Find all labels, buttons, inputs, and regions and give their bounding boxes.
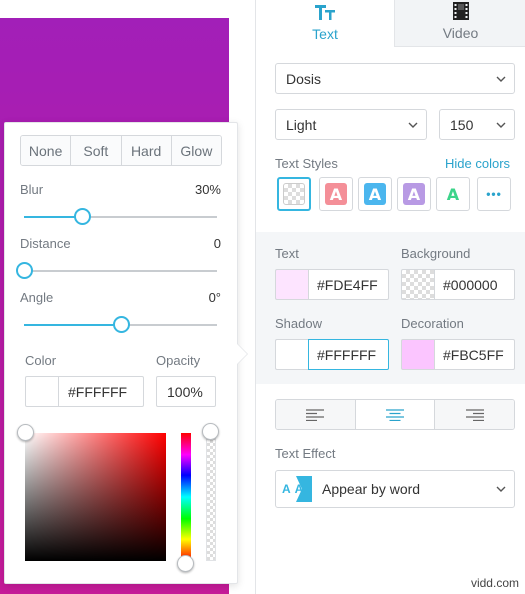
angle-value: 0°	[208, 290, 221, 305]
style-green-icon: A	[442, 183, 464, 205]
style-purple-icon: A	[403, 183, 425, 205]
angle-label: Angle	[20, 290, 54, 305]
text-style-purple[interactable]: A	[397, 177, 431, 211]
blur-label: Blur	[20, 182, 44, 197]
angle-slider[interactable]	[24, 316, 217, 333]
background-color-hex[interactable]: #000000	[434, 269, 515, 300]
angle-slider-thumb[interactable]	[112, 316, 130, 333]
text-tool-icon	[315, 5, 335, 20]
popup-pointer	[236, 343, 247, 365]
colors-section: Text Background #FDE4FF #000000 Shadow D…	[256, 232, 525, 384]
align-right-icon	[465, 408, 484, 421]
decoration-color-hex[interactable]: #FBC5FF	[434, 339, 515, 370]
shadow-color-hex[interactable]: #FFFFFF	[308, 339, 389, 370]
transparent-style-icon	[283, 183, 305, 205]
watermark: vidd.com	[470, 576, 519, 590]
blur-slider-thumb[interactable]	[73, 208, 91, 225]
shadow-type-hard[interactable]: Hard	[121, 136, 172, 165]
hue-slider-thumb[interactable]	[177, 555, 194, 572]
decoration-color-swatch[interactable]	[401, 339, 434, 370]
text-style-pink[interactable]: A	[319, 177, 353, 211]
align-right-button[interactable]	[435, 400, 514, 429]
blur-value: 30%	[194, 182, 221, 197]
text-color-field[interactable]: #FDE4FF	[275, 269, 389, 300]
text-color-hex[interactable]: #FDE4FF	[308, 269, 389, 300]
font-weight-select[interactable]: Light	[275, 109, 427, 140]
shadow-color-field[interactable]: #FFFFFF	[275, 339, 389, 370]
distance-label: Distance	[20, 236, 71, 251]
alpha-slider[interactable]	[206, 433, 216, 561]
font-family-select[interactable]: Dosis	[275, 63, 515, 94]
text-align-group	[275, 399, 515, 430]
more-icon: •••	[486, 187, 502, 201]
effect-icon-letters: AA	[282, 482, 308, 496]
text-style-green[interactable]: A	[436, 177, 470, 211]
shadow-type-soft[interactable]: Soft	[71, 136, 122, 165]
color-label: Color	[25, 353, 57, 368]
more-styles-button[interactable]: •••	[477, 177, 511, 211]
style-pink-icon: A	[325, 183, 347, 205]
text-effect-label: Text Effect	[275, 446, 336, 461]
angle-slider-fill	[24, 324, 121, 326]
appear-effect-icon: AA	[282, 476, 314, 502]
chevron-down-icon	[496, 486, 506, 492]
shadow-settings-popup: None Soft Hard Glow Blur 30% Distance 0 …	[4, 122, 238, 584]
blur-slider[interactable]	[24, 208, 217, 225]
shadow-color-swatch-panel[interactable]	[275, 339, 308, 370]
hide-colors-link[interactable]: Hide colors	[445, 156, 510, 171]
shadow-color-hex-input[interactable]: #FFFFFF	[58, 376, 144, 407]
align-left-button[interactable]	[276, 400, 356, 429]
chevron-down-icon	[496, 122, 506, 128]
decoration-color-field[interactable]: #FBC5FF	[401, 339, 515, 370]
font-weight-value: Light	[286, 116, 317, 133]
distance-value: 0	[213, 236, 221, 251]
hue-slider[interactable]	[181, 433, 191, 561]
style-blue-icon: A	[364, 183, 386, 205]
background-color-label: Background	[401, 246, 471, 261]
shadow-color-swatch[interactable]	[25, 376, 59, 407]
align-center-icon	[386, 408, 404, 421]
text-style-blue[interactable]: A	[358, 177, 392, 211]
shadow-color-label: Shadow	[275, 316, 322, 331]
tab-video-label: Video	[442, 25, 479, 41]
tab-text[interactable]: Text	[256, 0, 394, 47]
shadow-type-selector: None Soft Hard Glow	[20, 135, 222, 166]
saturation-value-thumb[interactable]	[17, 424, 34, 441]
shadow-type-none[interactable]: None	[21, 136, 72, 165]
distance-slider-thumb[interactable]	[16, 262, 33, 279]
alpha-slider-thumb[interactable]	[202, 423, 219, 440]
text-color-swatch[interactable]	[275, 269, 308, 300]
chevron-down-icon	[496, 76, 506, 82]
opacity-input[interactable]: 100%	[156, 376, 216, 407]
chevron-down-icon	[408, 122, 418, 128]
text-effect-value: Appear by word	[322, 481, 421, 497]
background-color-swatch[interactable]	[401, 269, 434, 300]
text-styles-label: Text Styles	[275, 156, 338, 171]
text-style-none[interactable]	[277, 177, 311, 211]
align-left-icon	[306, 408, 325, 421]
text-color-label: Text	[275, 246, 299, 261]
background-color-field[interactable]: #000000	[401, 269, 515, 300]
saturation-value-picker[interactable]	[25, 433, 166, 561]
opacity-label: Opacity	[156, 353, 201, 368]
font-size-select[interactable]: 150	[439, 109, 515, 140]
align-center-button[interactable]	[355, 400, 436, 429]
distance-slider[interactable]	[16, 262, 217, 279]
decoration-color-label: Decoration	[401, 316, 464, 331]
properties-panel: Text Video Dosis Light 150 Text Styles H…	[255, 0, 525, 594]
shadow-type-glow[interactable]: Glow	[171, 136, 221, 165]
font-family-value: Dosis	[286, 70, 322, 87]
text-effect-select[interactable]: AA Appear by word	[275, 470, 515, 508]
film-icon	[452, 2, 469, 20]
tab-text-label: Text	[312, 26, 338, 42]
font-size-value: 150	[450, 116, 474, 133]
tab-video[interactable]: Video	[394, 0, 525, 47]
